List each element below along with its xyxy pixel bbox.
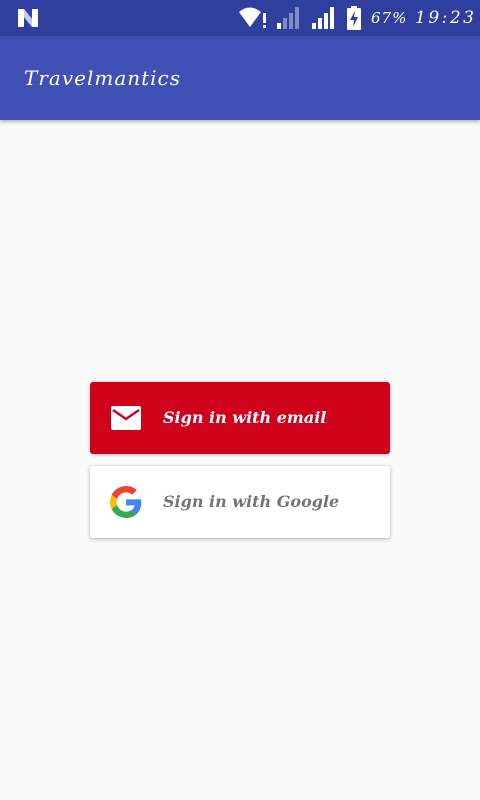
app-bar: Travelmantics: [0, 36, 480, 120]
battery-percent: 67%: [371, 9, 408, 27]
cell-signal-weak-icon: [277, 7, 299, 29]
sign-in-google-label: Sign in with Google: [163, 492, 340, 511]
battery-charging-icon: [347, 6, 361, 30]
wifi-alert-icon: [239, 7, 266, 28]
android-n-icon: [18, 9, 38, 27]
app-title: Travelmantics: [24, 66, 182, 90]
mail-icon: [111, 406, 141, 430]
status-bar: 67% 19:23: [0, 0, 480, 36]
status-clock: 19:23: [415, 8, 477, 28]
cell-signal-icon: [312, 7, 334, 29]
sign-in-email-label: Sign in with email: [163, 408, 327, 427]
google-logo-icon: [110, 486, 142, 518]
sign-in-google-button[interactable]: Sign in with Google: [90, 466, 390, 538]
sign-in-email-button[interactable]: Sign in with email: [90, 382, 390, 454]
